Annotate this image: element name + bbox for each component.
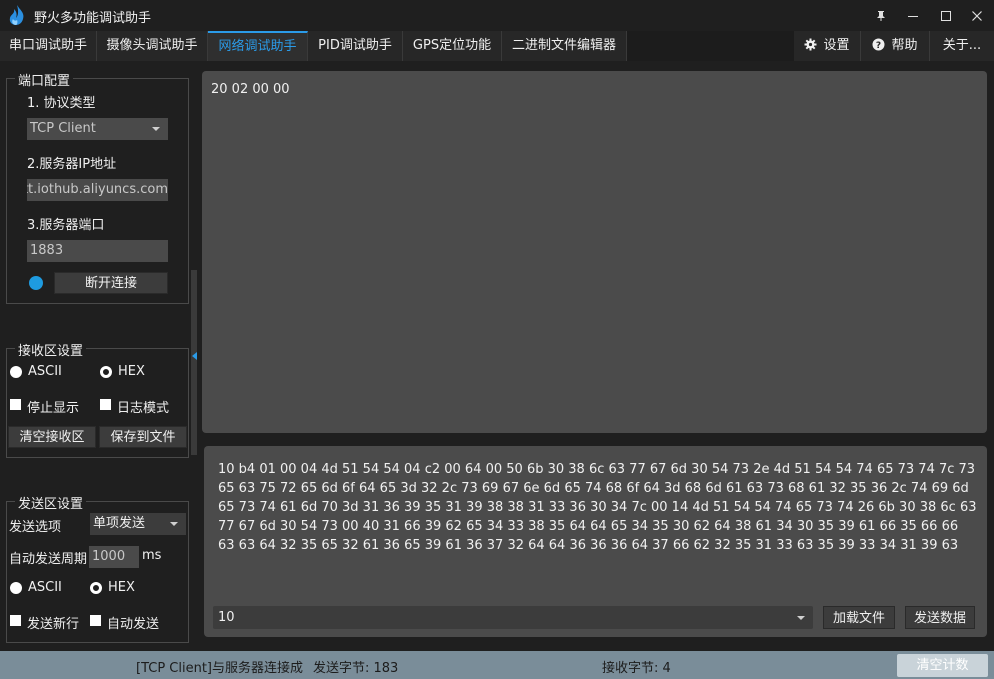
tab-bar: 串口调试助手 摄像头调试助手 网络调试助手 PID调试助手 GPS定位功能 二进… <box>0 31 994 61</box>
left-panel: 端口配置 1. 协议类型 TCP Client 2.服务器IP地址 ttt.io… <box>0 61 198 651</box>
help-button[interactable]: ? 帮助 <box>861 31 930 61</box>
log-mode-checkbox[interactable] <box>100 399 111 410</box>
server-ip-input[interactable]: ttt.iothub.aliyuncs.com <box>27 179 168 201</box>
auto-send-checkbox[interactable] <box>90 615 101 626</box>
settings-label: 设置 <box>823 38 850 53</box>
gear-icon <box>804 38 817 51</box>
clear-count-button[interactable]: 清空计数 <box>897 654 988 677</box>
receive-hex-radio[interactable] <box>100 366 112 378</box>
received-bytes-text: 接收字节: 4 <box>602 661 671 676</box>
pin-button[interactable] <box>864 0 898 31</box>
protocol-value: TCP Client <box>30 121 96 136</box>
maximize-button[interactable] <box>929 0 963 31</box>
send-ascii-radio[interactable] <box>10 582 22 594</box>
protocol-label: 1. 协议类型 <box>27 96 96 111</box>
server-ip-value: ttt.iothub.aliyuncs.com <box>27 182 168 197</box>
send-newline-checkbox[interactable] <box>10 615 21 626</box>
send-data-button[interactable]: 发送数据 <box>905 606 975 629</box>
title-bar: 野火多功能调试助手 <box>0 0 994 31</box>
connection-status-text: [TCP Client]与服务器连接成 <box>136 661 304 676</box>
send-option-value: 单项发送 <box>93 516 146 531</box>
connection-status-indicator <box>29 276 43 290</box>
close-button[interactable] <box>960 0 994 31</box>
auto-send-label: 自动发送 <box>107 617 160 632</box>
server-port-input[interactable]: 1883 <box>27 240 168 262</box>
send-hex-radio[interactable] <box>90 582 102 594</box>
clear-receive-button[interactable]: 清空接收区 <box>8 426 96 448</box>
server-ip-label: 2.服务器IP地址 <box>27 157 117 172</box>
send-history-select[interactable]: 10 <box>213 606 813 629</box>
chevron-down-icon <box>170 522 178 526</box>
receive-area[interactable]: 20 02 00 00 <box>202 71 987 433</box>
send-textarea[interactable]: 10 b4 01 00 04 4d 51 54 54 04 c2 00 64 0… <box>218 460 978 555</box>
send-history-value: 10 <box>218 610 235 625</box>
stop-display-checkbox[interactable] <box>10 399 21 410</box>
tab-network[interactable]: 网络调试助手 <box>208 31 308 61</box>
send-newline-label: 发送新行 <box>27 617 80 632</box>
pin-icon <box>877 10 885 21</box>
disconnect-button[interactable]: 断开连接 <box>54 272 168 294</box>
send-hex-label: HEX <box>108 580 135 595</box>
receive-settings-title: 接收区设置 <box>15 340 87 359</box>
maximize-icon <box>941 10 951 21</box>
send-panel: 10 b4 01 00 04 4d 51 54 54 04 c2 00 64 0… <box>204 446 987 637</box>
svg-text:?: ? <box>876 41 881 51</box>
help-icon: ? <box>872 38 885 51</box>
status-bar: [TCP Client]与服务器连接成 发送字节: 183 接收字节: 4 清空… <box>0 651 994 679</box>
protocol-select[interactable]: TCP Client <box>27 118 168 140</box>
send-option-label: 发送选项 <box>9 520 62 535</box>
window-title: 野火多功能调试助手 <box>34 11 152 26</box>
auto-period-input[interactable]: 1000 <box>89 546 139 568</box>
auto-period-value: 1000 <box>92 549 126 564</box>
tab-gps[interactable]: GPS定位功能 <box>403 31 502 61</box>
log-mode-label: 日志模式 <box>117 401 170 416</box>
tab-pid[interactable]: PID调试助手 <box>308 31 403 61</box>
save-to-file-button[interactable]: 保存到文件 <box>99 426 187 448</box>
load-file-button[interactable]: 加载文件 <box>823 606 895 629</box>
tab-camera[interactable]: 摄像头调试助手 <box>97 31 208 61</box>
send-settings-title: 发送区设置 <box>15 493 87 512</box>
auto-period-unit: ms <box>142 548 162 563</box>
receive-hex-label: HEX <box>118 364 145 379</box>
close-icon <box>972 10 982 21</box>
send-ascii-label: ASCII <box>28 580 62 595</box>
collapse-arrow-icon[interactable] <box>192 352 197 360</box>
send-settings-group: 发送区设置 发送选项 单项发送 自动发送周期 1000 ms ASCII HEX… <box>6 493 189 643</box>
sent-bytes-text: 发送字节: 183 <box>313 661 399 676</box>
send-option-select[interactable]: 单项发送 <box>90 513 186 535</box>
chevron-down-icon <box>152 127 160 131</box>
receive-content: 20 02 00 00 <box>211 82 290 97</box>
auto-period-label: 自动发送周期 <box>9 552 88 567</box>
tab-binary-editor[interactable]: 二进制文件编辑器 <box>502 31 627 61</box>
left-panel-scroll-thumb[interactable] <box>191 270 197 455</box>
port-config-group: 端口配置 1. 协议类型 TCP Client 2.服务器IP地址 ttt.io… <box>6 70 189 304</box>
help-label: 帮助 <box>891 38 918 53</box>
settings-button[interactable]: 设置 <box>794 31 861 61</box>
receive-settings-group: 接收区设置 ASCII HEX 停止显示 日志模式 清空接收区 保存到文件 <box>6 340 189 458</box>
receive-ascii-radio[interactable] <box>10 366 22 378</box>
chevron-down-icon <box>797 616 805 620</box>
receive-ascii-label: ASCII <box>28 364 62 379</box>
stop-display-label: 停止显示 <box>27 401 80 416</box>
minimize-icon <box>908 15 918 17</box>
server-port-value: 1883 <box>30 243 64 258</box>
about-button[interactable]: 关于... <box>930 31 994 61</box>
tab-serial[interactable]: 串口调试助手 <box>0 31 97 61</box>
minimize-button[interactable] <box>896 0 930 31</box>
port-config-title: 端口配置 <box>15 70 74 89</box>
server-port-label: 3.服务器端口 <box>27 218 105 233</box>
flame-logo-icon <box>9 5 24 25</box>
